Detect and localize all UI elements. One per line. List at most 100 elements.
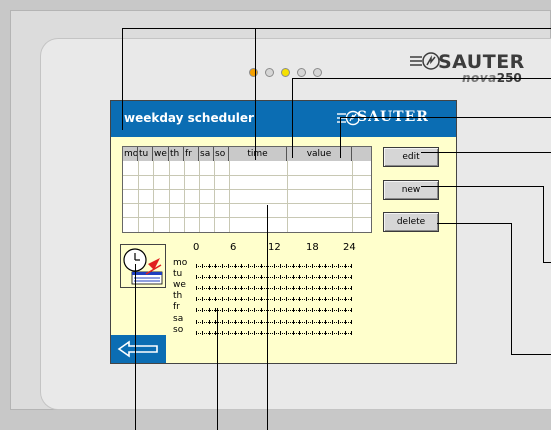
callout-line <box>437 223 512 224</box>
grid-divider <box>138 161 139 232</box>
delete-button[interactable]: delete <box>383 212 439 232</box>
timeline-hour-tick <box>331 275 333 279</box>
day-label-we: we <box>173 280 186 290</box>
timeline-hour-tick <box>273 286 275 290</box>
timeline-hour-tick <box>305 308 307 312</box>
timeline-hour-tick <box>196 297 197 301</box>
timeline-hour-tick <box>299 320 301 324</box>
timeline-hour-tick <box>273 275 275 279</box>
col-header-fr: fr <box>184 147 199 161</box>
timeline-hour-tick <box>221 275 223 279</box>
day-label-fr: fr <box>173 302 180 312</box>
grid-divider <box>352 161 353 232</box>
timeline-hour-tick <box>221 286 223 290</box>
callout-line <box>267 205 268 430</box>
timeline-hour-tick <box>331 297 333 301</box>
col-header-sa: sa <box>199 147 214 161</box>
timeline-hour-tick <box>351 297 352 301</box>
grid-divider <box>229 161 230 232</box>
grid-divider <box>184 161 185 232</box>
callout-line <box>292 78 551 79</box>
day-label-mo: mo <box>173 258 188 268</box>
timeline-hour-tick <box>241 308 243 312</box>
timeline-hour-tick <box>305 320 307 324</box>
timeline-hour-tick <box>215 297 217 301</box>
timeline-hour-tick <box>351 275 352 279</box>
timeline-hour-tick <box>196 275 197 279</box>
timeline-hour-tick <box>312 320 314 324</box>
back-button[interactable] <box>111 335 166 363</box>
timeline-hour-tick <box>318 308 320 312</box>
timeline-hour-tick <box>228 297 230 301</box>
timeline-hour-tick <box>338 308 340 312</box>
timeline-hour-tick <box>305 297 307 301</box>
timeline-hour-tick <box>331 320 333 324</box>
timeline-hour-tick <box>196 264 197 268</box>
timeline-hour-tick <box>351 286 352 290</box>
timeline-hour-tick <box>338 297 340 301</box>
timeline-hour-tick <box>305 286 307 290</box>
timeline-hour-tick <box>215 264 217 268</box>
timeline-hour-tick <box>318 320 320 324</box>
timeline-hour-tick <box>202 264 204 268</box>
timeline-hour-tick <box>279 286 281 290</box>
grid-divider <box>153 161 154 232</box>
col-header-value: value <box>287 147 352 161</box>
timeline-hour-tick <box>325 331 327 335</box>
timeline-hour-tick <box>338 275 340 279</box>
timeline-hour-tick <box>254 297 256 301</box>
timeline-hour-tick <box>241 264 243 268</box>
timeline-hour-tick <box>344 275 346 279</box>
day-label-th: th <box>173 291 183 301</box>
timeline-hour-tick <box>228 264 230 268</box>
col-header-spacer <box>352 147 371 161</box>
timeline-hour-tick <box>344 286 346 290</box>
timeline-hour-tick <box>318 331 320 335</box>
timeline-hour-tick <box>228 275 230 279</box>
device-brand-name: SAUTER <box>438 51 525 73</box>
timeline-hour-tick <box>338 286 340 290</box>
timeline-hour-tick <box>279 320 281 324</box>
timeline-hour-tick <box>312 275 314 279</box>
timeline-hour-tick <box>202 308 204 312</box>
timeline-hour-tick <box>241 320 243 324</box>
timeline-hour-tick <box>325 320 327 324</box>
col-header-mo: mo <box>124 147 138 161</box>
timeline-hour-tick <box>279 331 281 335</box>
edit-button[interactable]: edit <box>383 147 439 167</box>
timeline-hour-tick <box>305 275 307 279</box>
timeline-hour-tick <box>221 297 223 301</box>
timeline-hour-tick <box>208 320 210 324</box>
timeline-hour-tick <box>286 297 288 301</box>
timeline-hour-tick <box>221 320 223 324</box>
timeline-hour-tick <box>247 331 249 335</box>
hour-label-0: 0 <box>193 242 200 253</box>
grid-divider <box>169 161 170 232</box>
timeline-hour-tick <box>234 308 236 312</box>
col-header-we: we <box>153 147 169 161</box>
callout-line <box>511 223 512 355</box>
new-button[interactable]: new <box>383 180 439 200</box>
timeline-hour-tick <box>318 286 320 290</box>
timeline-hour-tick <box>202 320 204 324</box>
timeline-hour-tick <box>318 275 320 279</box>
timeline-hour-tick <box>260 320 262 324</box>
timeline-hour-tick <box>279 308 281 312</box>
callout-line <box>135 264 136 430</box>
timeline-hour-tick <box>208 297 210 301</box>
hour-label-18: 18 <box>306 242 319 253</box>
timeline-hour-tick <box>241 297 243 301</box>
timeline-hour-tick <box>260 297 262 301</box>
timeline-hour-tick <box>325 297 327 301</box>
status-led-5 <box>313 68 322 77</box>
timeline-hour-tick <box>254 320 256 324</box>
timeline-hour-tick <box>241 331 243 335</box>
timeline-hour-tick <box>286 286 288 290</box>
timeline-hour-tick <box>286 264 288 268</box>
clock-calendar-icon[interactable] <box>120 244 166 288</box>
timeline-hour-tick <box>273 308 275 312</box>
timeline-hour-tick <box>234 297 236 301</box>
timeline-hour-tick <box>325 286 327 290</box>
timeline-hour-tick <box>312 264 314 268</box>
grid-divider <box>199 161 200 232</box>
